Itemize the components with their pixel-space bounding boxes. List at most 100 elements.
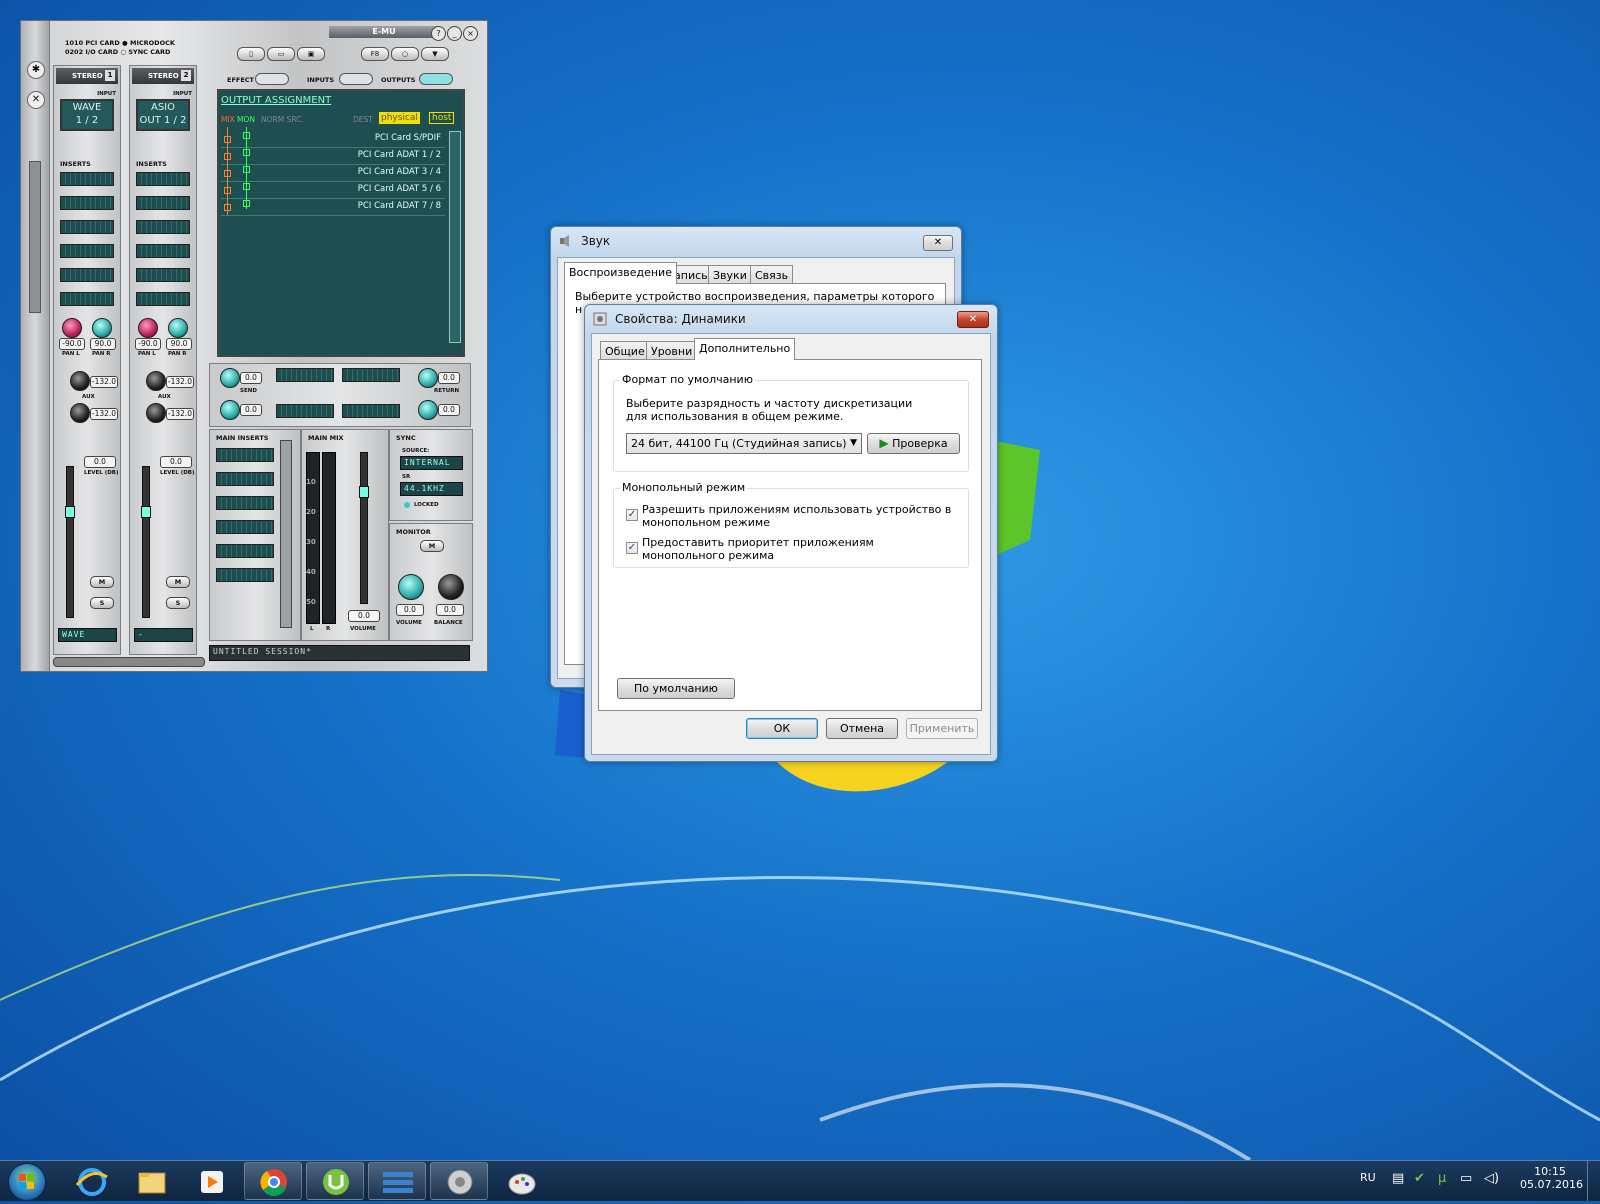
main-volume-fader-track[interactable]	[360, 452, 368, 604]
output-row[interactable]: PCI Card ADAT 7 / 8	[221, 199, 445, 216]
mon-node[interactable]	[243, 183, 250, 190]
main-inserts-scrollbar[interactable]	[280, 440, 292, 628]
priority-exclusive-checkbox[interactable]: ✓	[626, 542, 638, 554]
insert-slot[interactable]	[136, 220, 190, 234]
internet-explorer-icon[interactable]	[62, 1162, 120, 1200]
security-icon[interactable]: ✔	[1414, 1171, 1425, 1186]
send-slot[interactable]	[342, 368, 400, 382]
mix-node[interactable]	[224, 153, 231, 160]
emu-patchmix-icon[interactable]	[368, 1162, 426, 1200]
mute-button[interactable]: M	[90, 576, 114, 588]
inputs-toggle[interactable]	[339, 73, 373, 85]
apply-button[interactable]: Применить	[906, 718, 978, 739]
output-row[interactable]: PCI Card ADAT 3 / 4	[221, 165, 445, 182]
monitor-volume-knob[interactable]	[398, 574, 424, 600]
aux2-knob[interactable]	[146, 403, 166, 423]
insert-slot[interactable]	[60, 172, 114, 186]
send-slot[interactable]	[276, 404, 334, 418]
open-session-icon[interactable]: ▭	[267, 47, 295, 61]
display-icon[interactable]: ▭	[1460, 1171, 1472, 1186]
minimize-icon[interactable]: _	[447, 26, 462, 41]
mix-node[interactable]	[224, 187, 231, 194]
restore-defaults-button[interactable]: По умолчанию	[617, 678, 735, 699]
output-row[interactable]: PCI Card ADAT 1 / 2	[221, 148, 445, 165]
clock[interactable]: 10:15 05.07.2016	[1520, 1165, 1583, 1191]
strip-scrollbar[interactable]	[53, 657, 205, 667]
test-button[interactable]: ▶ Проверка	[867, 433, 960, 454]
insert-slot[interactable]	[60, 268, 114, 282]
tab-levels[interactable]: Уровни	[646, 341, 698, 360]
solo-button[interactable]: S	[90, 597, 114, 609]
format-select[interactable]: 24 бит, 44100 Гц (Студийная запись) ▼	[626, 433, 862, 454]
mon-node[interactable]	[243, 166, 250, 173]
level-fader-handle[interactable]	[65, 506, 75, 518]
main-insert-slot[interactable]	[216, 448, 274, 462]
aux1-knob[interactable]	[70, 371, 90, 391]
monitor-mute-button[interactable]: M	[420, 540, 444, 552]
tab-sounds[interactable]: Звуки	[708, 265, 752, 284]
effect-toggle[interactable]	[255, 73, 289, 85]
close-icon[interactable]: ✕	[957, 311, 989, 328]
show-desktop-button[interactable]	[1587, 1161, 1600, 1201]
tab-general[interactable]: Общие	[600, 341, 650, 360]
level-fader-track[interactable]	[142, 466, 150, 618]
help-icon[interactable]: ?	[431, 26, 446, 41]
main-insert-slot[interactable]	[216, 472, 274, 486]
mon-node[interactable]	[243, 132, 250, 139]
media-player-icon[interactable]	[182, 1162, 240, 1200]
side-scrollbar[interactable]	[29, 161, 41, 313]
utorrent-tray-icon[interactable]: µ	[1438, 1171, 1446, 1186]
network-icon[interactable]: ▤	[1392, 1171, 1404, 1186]
main-insert-slot[interactable]	[216, 520, 274, 534]
main-volume-fader-handle[interactable]	[359, 486, 369, 498]
output-row[interactable]: PCI Card ADAT 5 / 6	[221, 182, 445, 199]
tab-communications[interactable]: Связь	[750, 265, 794, 284]
input-select[interactable]: WAVE 1 / 2	[60, 99, 114, 131]
close-icon[interactable]: ✕	[923, 235, 953, 251]
file-explorer-icon[interactable]	[122, 1162, 180, 1200]
insert-slot[interactable]	[136, 172, 190, 186]
send-slot[interactable]	[342, 404, 400, 418]
solo-button[interactable]: S	[166, 597, 190, 609]
insert-slot[interactable]	[60, 220, 114, 234]
insert-slot[interactable]	[136, 292, 190, 306]
return1-knob[interactable]	[418, 368, 438, 388]
send2-knob[interactable]	[220, 400, 240, 420]
save-session-icon[interactable]: ▣	[297, 47, 325, 61]
insert-slot[interactable]	[60, 292, 114, 306]
mon-node[interactable]	[243, 149, 250, 156]
ok-button[interactable]: ОК	[746, 718, 818, 739]
sample-rate-display[interactable]: 44.1KHZ	[400, 482, 463, 496]
star-icon[interactable]: ✱	[27, 61, 45, 79]
main-insert-slot[interactable]	[216, 496, 274, 510]
level-fader-handle[interactable]	[141, 506, 151, 518]
monitor-balance-knob[interactable]	[438, 574, 464, 600]
tab-playback[interactable]: Воспроизведение	[564, 262, 677, 284]
main-insert-slot[interactable]	[216, 568, 274, 582]
close-icon[interactable]: ×	[463, 26, 478, 41]
level-fader-track[interactable]	[66, 466, 74, 618]
mix-node[interactable]	[224, 170, 231, 177]
start-button[interactable]	[8, 1163, 46, 1201]
pan-left-knob[interactable]	[62, 318, 82, 338]
language-indicator[interactable]: RU	[1360, 1171, 1376, 1184]
insert-slot[interactable]	[136, 196, 190, 210]
paint-icon[interactable]	[492, 1162, 550, 1200]
pan-left-knob[interactable]	[138, 318, 158, 338]
allow-exclusive-checkbox[interactable]: ✓	[626, 509, 638, 521]
output-scrollbar[interactable]	[449, 131, 461, 343]
dropdown-icon[interactable]: ▼	[421, 47, 449, 61]
insert-slot[interactable]	[136, 244, 190, 258]
tab-advanced[interactable]: Дополнительно	[694, 338, 796, 360]
mon-node[interactable]	[243, 200, 250, 207]
send1-knob[interactable]	[220, 368, 240, 388]
volume-icon[interactable]: ◁)	[1484, 1171, 1499, 1186]
new-session-icon[interactable]: ▯	[237, 47, 265, 61]
aux1-knob[interactable]	[146, 371, 166, 391]
f8-button[interactable]: F8	[361, 47, 389, 61]
pan-right-knob[interactable]	[168, 318, 188, 338]
insert-slot[interactable]	[60, 196, 114, 210]
cancel-button[interactable]: Отмена	[826, 718, 898, 739]
return2-knob[interactable]	[418, 400, 438, 420]
tool-icon[interactable]: ✕	[27, 91, 45, 109]
